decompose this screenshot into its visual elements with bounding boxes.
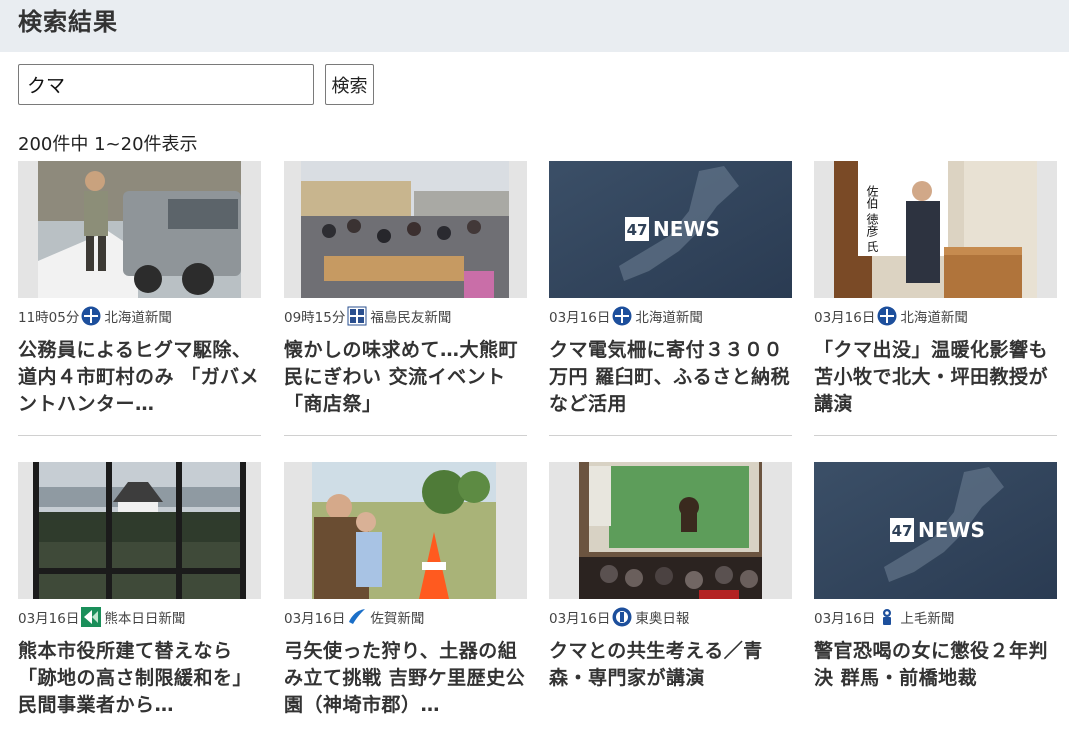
result-meta: 03月16日 北海道新聞 (549, 305, 703, 327)
result-headline[interactable]: 熊本市役所建て替えなら「跡地の高さ制限緩和を」 民間事業者から… (18, 638, 261, 719)
result-card[interactable]: 09時15分 福島民友新聞 懐かしの味求めて…大熊町民にぎわい 交流イベント「商… (284, 161, 527, 443)
thumb-news-text: NEWS (918, 518, 985, 542)
result-time: 09時15分 (284, 310, 346, 326)
result-meta: 03月16日 北海道新聞 (814, 305, 968, 327)
result-source: 上毛新聞 (900, 611, 955, 627)
result-meta: 03月16日 佐賀新聞 (284, 606, 424, 628)
result-headline[interactable]: 公務員によるヒグマ駆除、道内４市町村のみ 「ガバメントハンター… (18, 337, 261, 418)
result-thumbnail[interactable] (18, 161, 261, 298)
result-card[interactable]: 03月16日 熊本日日新聞 熊本市役所建て替えなら「跡地の高さ制限緩和を」 民間… (18, 462, 261, 744)
page-title: 検索結果 (18, 8, 118, 36)
result-time: 03月16日 (284, 611, 346, 627)
search-input[interactable] (18, 64, 314, 105)
result-thumbnail[interactable] (18, 462, 261, 599)
result-time: 03月16日 (18, 611, 80, 627)
result-thumbnail[interactable] (284, 161, 527, 298)
svg-text:47: 47 (892, 522, 913, 540)
too-nippo-logo (612, 607, 632, 627)
result-headline[interactable]: 弓矢使った狩り、土器の組み立て挑戦 吉野ケ里歴史公園（神埼市郡）… (284, 638, 527, 719)
result-meta: 03月16日 上毛新聞 (814, 606, 954, 628)
result-source: 北海道新聞 (900, 310, 968, 326)
result-source: 北海道新聞 (104, 310, 172, 326)
hokkaido-shimbun-logo (612, 306, 632, 326)
hokkaido-shimbun-logo (877, 306, 897, 326)
result-thumbnail[interactable] (284, 462, 527, 599)
result-thumbnail[interactable]: 佐伯 徳彦 氏 (814, 161, 1057, 298)
result-source: 佐賀新聞 (370, 611, 425, 627)
result-meta: 09時15分 福島民友新聞 (284, 305, 451, 327)
result-thumbnail[interactable]: 47 NEWS (549, 161, 792, 298)
result-time: 03月16日 (549, 310, 611, 326)
card-divider (284, 435, 527, 436)
jomo-shimbun-logo (877, 607, 897, 627)
result-meta: 03月16日 熊本日日新聞 (18, 606, 185, 628)
thumb-news-text: NEWS (653, 217, 720, 241)
result-card[interactable]: 03月16日 東奥日報 クマとの共生考える／青森・専門家が講演 (549, 462, 792, 744)
result-thumbnail[interactable]: 47 NEWS (814, 462, 1057, 599)
card-divider (18, 435, 261, 436)
saga-shimbun-logo (347, 607, 367, 627)
result-meta: 11時05分 北海道新聞 (18, 305, 172, 327)
result-time: 03月16日 (814, 611, 876, 627)
result-card[interactable]: 佐伯 徳彦 氏 03月16日 北海道新聞 「クマ出没」温暖化影響も 苫小牧で北大… (814, 161, 1057, 443)
result-card[interactable]: 47 NEWS 03月16日 北海道新聞 クマ電気柵に寄付３３００万円 羅臼町、… (549, 161, 792, 443)
kumamoto-nichinichi-logo (81, 607, 102, 627)
fukushima-minyu-logo (347, 306, 367, 326)
result-source: 東奥日報 (635, 611, 690, 627)
result-headline[interactable]: 「クマ出没」温暖化影響も 苫小牧で北大・坪田教授が講演 (814, 337, 1057, 418)
card-divider (549, 435, 792, 436)
result-card[interactable]: 47 NEWS 03月16日 上毛新聞 警官恐喝の女に懲役２年判決 群馬・前橋地… (814, 462, 1057, 744)
result-source: 福島民友新聞 (370, 310, 452, 326)
search-button[interactable]: 検索 (325, 64, 374, 105)
result-card[interactable]: 11時05分 北海道新聞 公務員によるヒグマ駆除、道内４市町村のみ 「ガバメント… (18, 161, 261, 443)
page-header: 検索結果 (0, 0, 1069, 52)
result-headline[interactable]: 警官恐喝の女に懲役２年判決 群馬・前橋地裁 (814, 638, 1057, 692)
svg-text:47: 47 (627, 221, 648, 239)
hokkaido-shimbun-logo (81, 306, 101, 326)
result-count: 200件中 1~20件表示 (18, 134, 198, 155)
lecturer-sign: 佐伯 徳彦 氏 (865, 185, 879, 253)
result-card[interactable]: 03月16日 佐賀新聞 弓矢使った狩り、土器の組み立て挑戦 吉野ケ里歴史公園（神… (284, 462, 527, 744)
result-source: 北海道新聞 (635, 310, 703, 326)
card-divider (814, 435, 1057, 436)
result-headline[interactable]: 懐かしの味求めて…大熊町民にぎわい 交流イベント「商店祭」 (284, 337, 527, 418)
result-thumbnail[interactable] (549, 462, 792, 599)
result-time: 03月16日 (814, 310, 876, 326)
result-headline[interactable]: クマとの共生考える／青森・専門家が講演 (549, 638, 792, 692)
result-headline[interactable]: クマ電気柵に寄付３３００万円 羅臼町、ふるさと納税など活用 (549, 337, 792, 418)
result-time: 11時05分 (18, 310, 80, 326)
result-meta: 03月16日 東奥日報 (549, 606, 689, 628)
result-time: 03月16日 (549, 611, 611, 627)
result-source: 熊本日日新聞 (104, 611, 186, 627)
